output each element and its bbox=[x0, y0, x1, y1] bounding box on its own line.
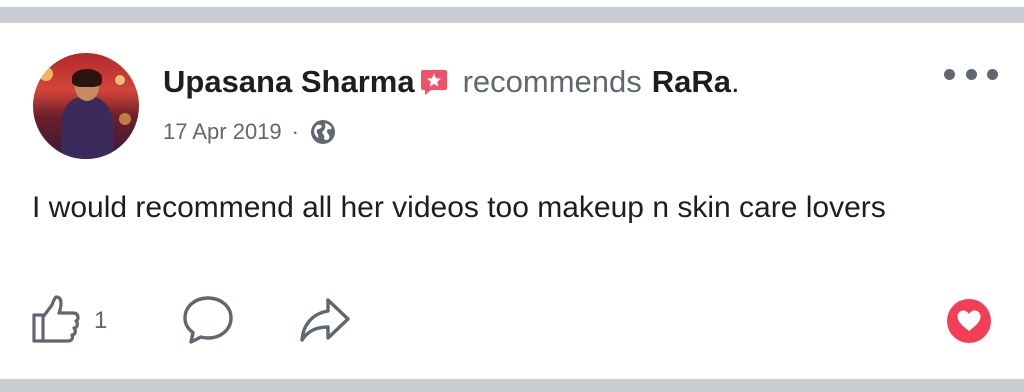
action-bar: 1 bbox=[30, 292, 993, 353]
like-button[interactable]: 1 bbox=[30, 292, 107, 350]
comment-button[interactable] bbox=[180, 292, 236, 353]
share-arrow-icon bbox=[296, 298, 356, 352]
thumbs-up-icon bbox=[30, 293, 82, 350]
post-body: I would recommend all her videos too mak… bbox=[32, 191, 886, 224]
meta-separator: · bbox=[291, 119, 299, 144]
love-reaction-button[interactable] bbox=[945, 297, 993, 350]
avatar[interactable] bbox=[33, 53, 139, 159]
share-button[interactable] bbox=[296, 292, 356, 353]
more-options-icon[interactable] bbox=[944, 62, 998, 86]
comment-bubble-icon bbox=[180, 296, 236, 352]
recommends-text: recommends bbox=[462, 64, 642, 99]
recommended-page-name[interactable]: RaRa bbox=[652, 64, 731, 100]
recommendation-star-icon bbox=[419, 67, 449, 97]
top-separator bbox=[0, 0, 1024, 23]
post-meta: 17 Apr 2019 · bbox=[163, 116, 337, 148]
like-count: 1 bbox=[94, 307, 108, 334]
header-period: . bbox=[731, 64, 740, 99]
heart-reaction-icon bbox=[945, 299, 993, 349]
post-date[interactable]: 17 Apr 2019 bbox=[163, 119, 282, 145]
author-name[interactable]: Upasana Sharma bbox=[163, 64, 415, 100]
bottom-separator bbox=[0, 379, 1024, 392]
post-header: Upasana Sharma recommends RaRa. bbox=[163, 60, 740, 104]
post-card: Upasana Sharma recommends RaRa. 17 Apr 2… bbox=[0, 0, 1024, 392]
globe-icon bbox=[309, 118, 337, 146]
